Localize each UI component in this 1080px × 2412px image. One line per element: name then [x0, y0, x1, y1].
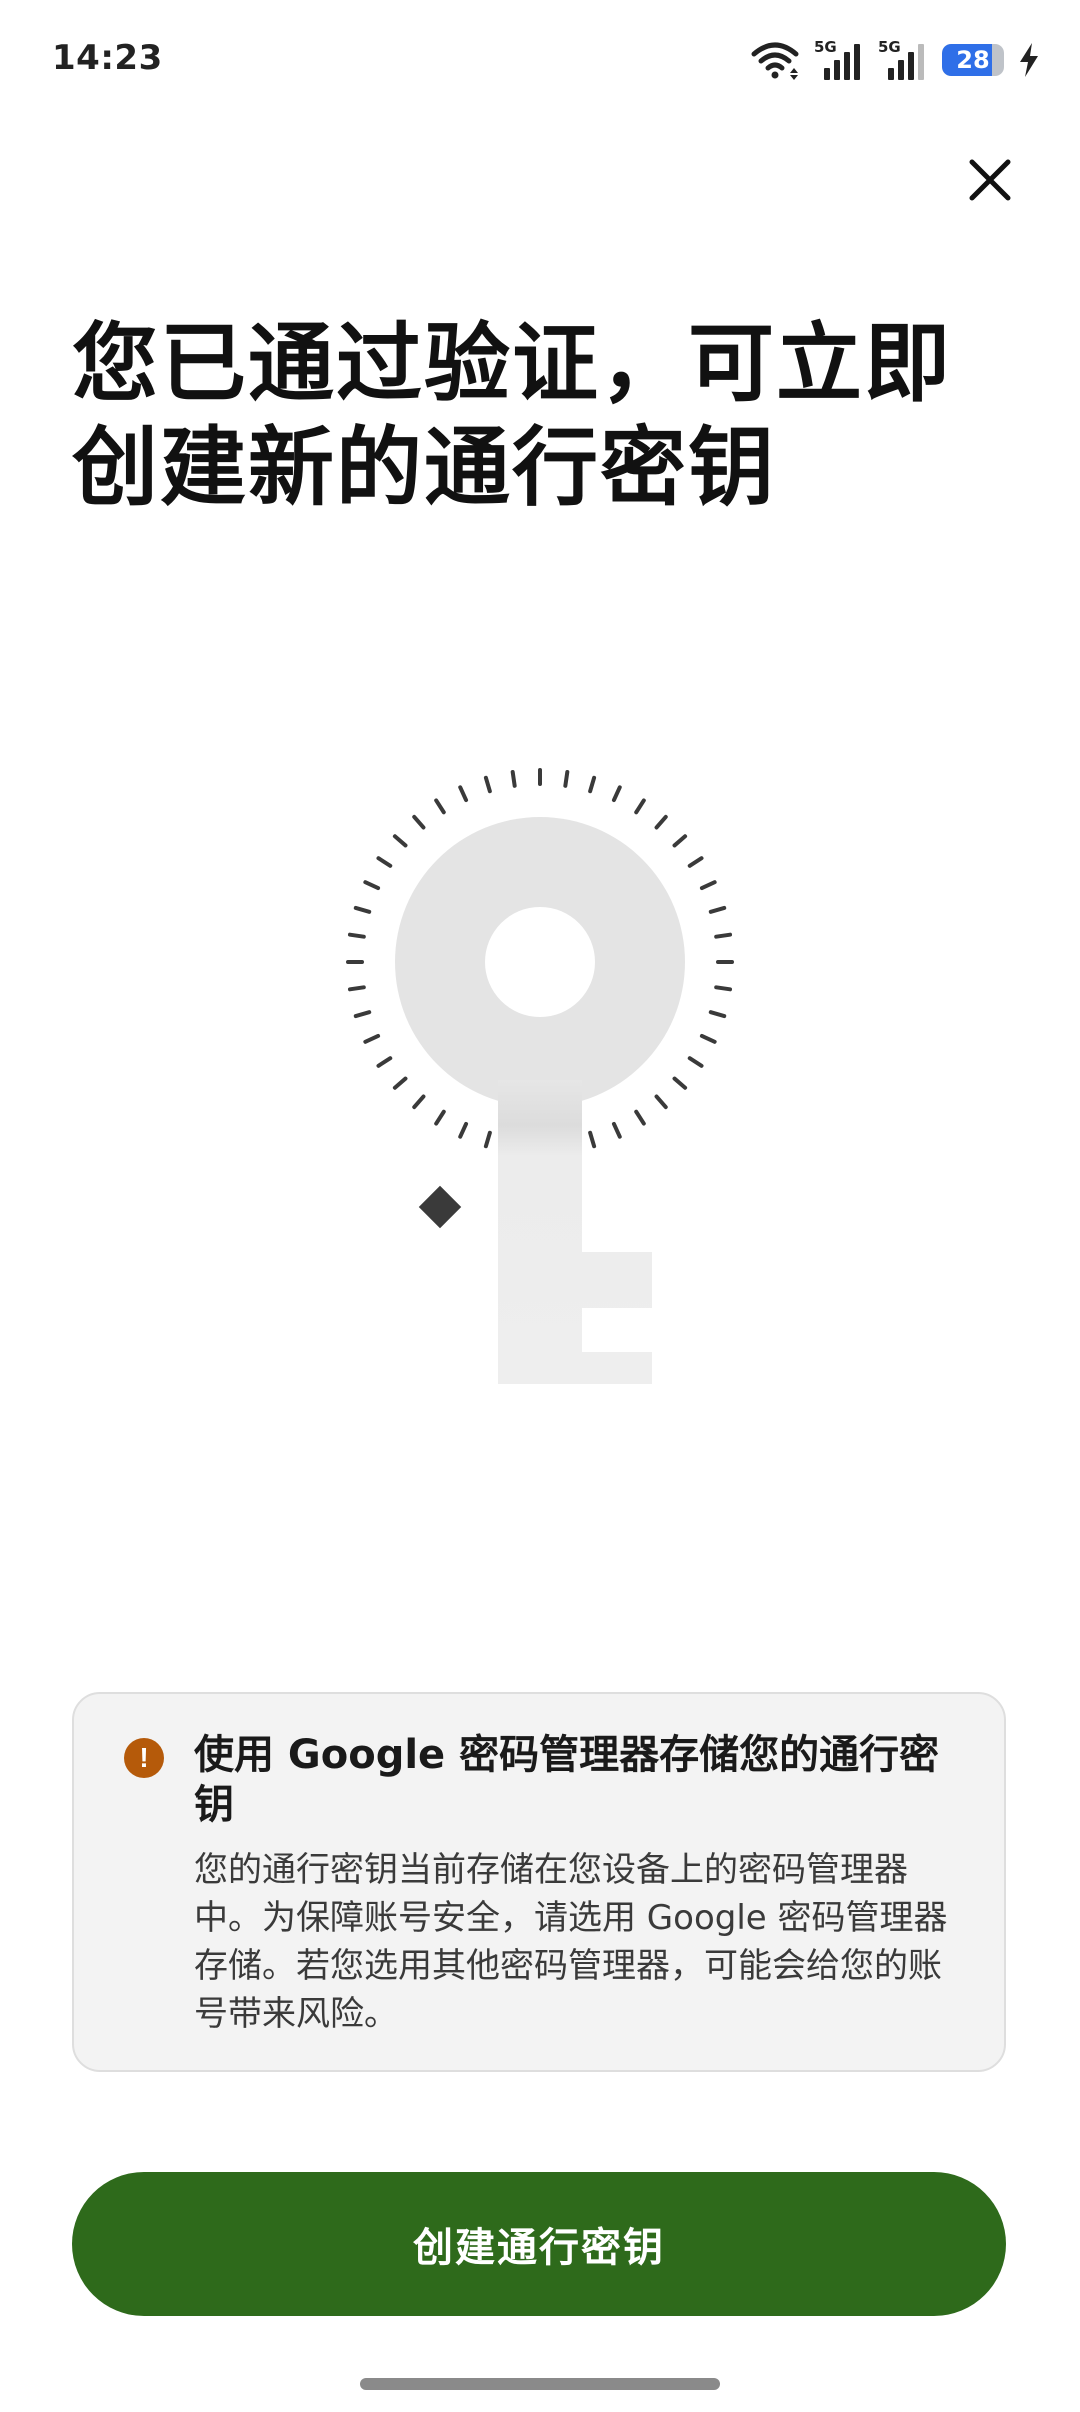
ring-tick	[687, 1056, 704, 1068]
ring-tick	[412, 1094, 426, 1110]
ring-tick	[353, 1010, 372, 1019]
page-title: 您已通过验证，可立即创建新的通行密钥	[72, 314, 952, 518]
ring-tick	[392, 834, 408, 848]
warning-icon: !	[124, 1738, 164, 1778]
notice-body: 您的通行密钥当前存储在您设备上的密码管理器中。为保障账号安全，请选用 Googl…	[194, 1850, 948, 2034]
ring-tick	[483, 775, 492, 794]
ring-tick	[714, 932, 733, 939]
ring-tick	[634, 798, 646, 815]
ring-tick	[634, 1109, 646, 1126]
ring-tick	[699, 880, 717, 891]
ring-tick	[434, 798, 446, 815]
ring-tick	[687, 856, 704, 868]
network-type-label: 5G	[814, 38, 837, 56]
ring-tick	[412, 814, 426, 830]
ring-tick	[458, 785, 469, 803]
status-time: 14:23	[52, 38, 163, 78]
ring-tick	[353, 905, 372, 914]
ring-tick	[483, 1130, 492, 1149]
ring-tick	[347, 985, 366, 992]
create-passkey-button[interactable]: 创建通行密钥	[72, 2172, 1006, 2316]
ring-tick	[714, 985, 733, 992]
ring-tick	[708, 905, 727, 914]
ring-tick	[510, 769, 517, 788]
ring-tick	[434, 1109, 446, 1126]
ring-tick	[363, 1033, 381, 1044]
ring-tick	[672, 834, 688, 848]
signal-icon: 5G	[814, 38, 864, 80]
ring-tick	[363, 880, 381, 891]
battery-level: 28	[956, 46, 990, 74]
close-icon	[969, 159, 1011, 201]
charging-bolt-icon	[1020, 43, 1038, 77]
ring-tick	[708, 1010, 727, 1019]
ring-tick	[392, 1076, 408, 1090]
network-type-label: 5G	[878, 38, 901, 56]
notice-title: 使用 Google 密码管理器存储您的通行密钥	[194, 1732, 940, 1828]
ring-tick	[376, 856, 393, 868]
ring-tick	[347, 932, 366, 939]
signal-icon: 5G	[878, 38, 928, 80]
close-button[interactable]	[950, 140, 1030, 220]
ring-tick	[654, 814, 668, 830]
ring-tick	[458, 1121, 469, 1139]
ring-tick	[588, 1130, 597, 1149]
ring-tick	[672, 1076, 688, 1090]
ring-tick	[588, 775, 597, 794]
ring-tick	[699, 1033, 717, 1044]
notice-card: ! 使用 Google 密码管理器存储您的通行密钥 您的通行密钥当前存储在您设备…	[72, 1692, 1006, 2072]
diamond-marker	[418, 1185, 462, 1229]
home-indicator[interactable]	[360, 2378, 720, 2390]
key-hole	[485, 907, 595, 1017]
ring-tick	[376, 1056, 393, 1068]
ring-tick	[563, 769, 570, 788]
wifi-icon	[751, 42, 799, 80]
status-bar: 14:23 5G 5G 28	[0, 0, 1080, 120]
ring-tick	[611, 1121, 622, 1139]
key-shaft	[498, 1080, 652, 1384]
battery-icon: 28	[942, 44, 1004, 76]
passkey-key-illustration	[346, 768, 734, 1384]
status-icons: 5G 5G 28	[750, 38, 1040, 82]
ring-tick	[654, 1094, 668, 1110]
ring-tick	[611, 785, 622, 803]
